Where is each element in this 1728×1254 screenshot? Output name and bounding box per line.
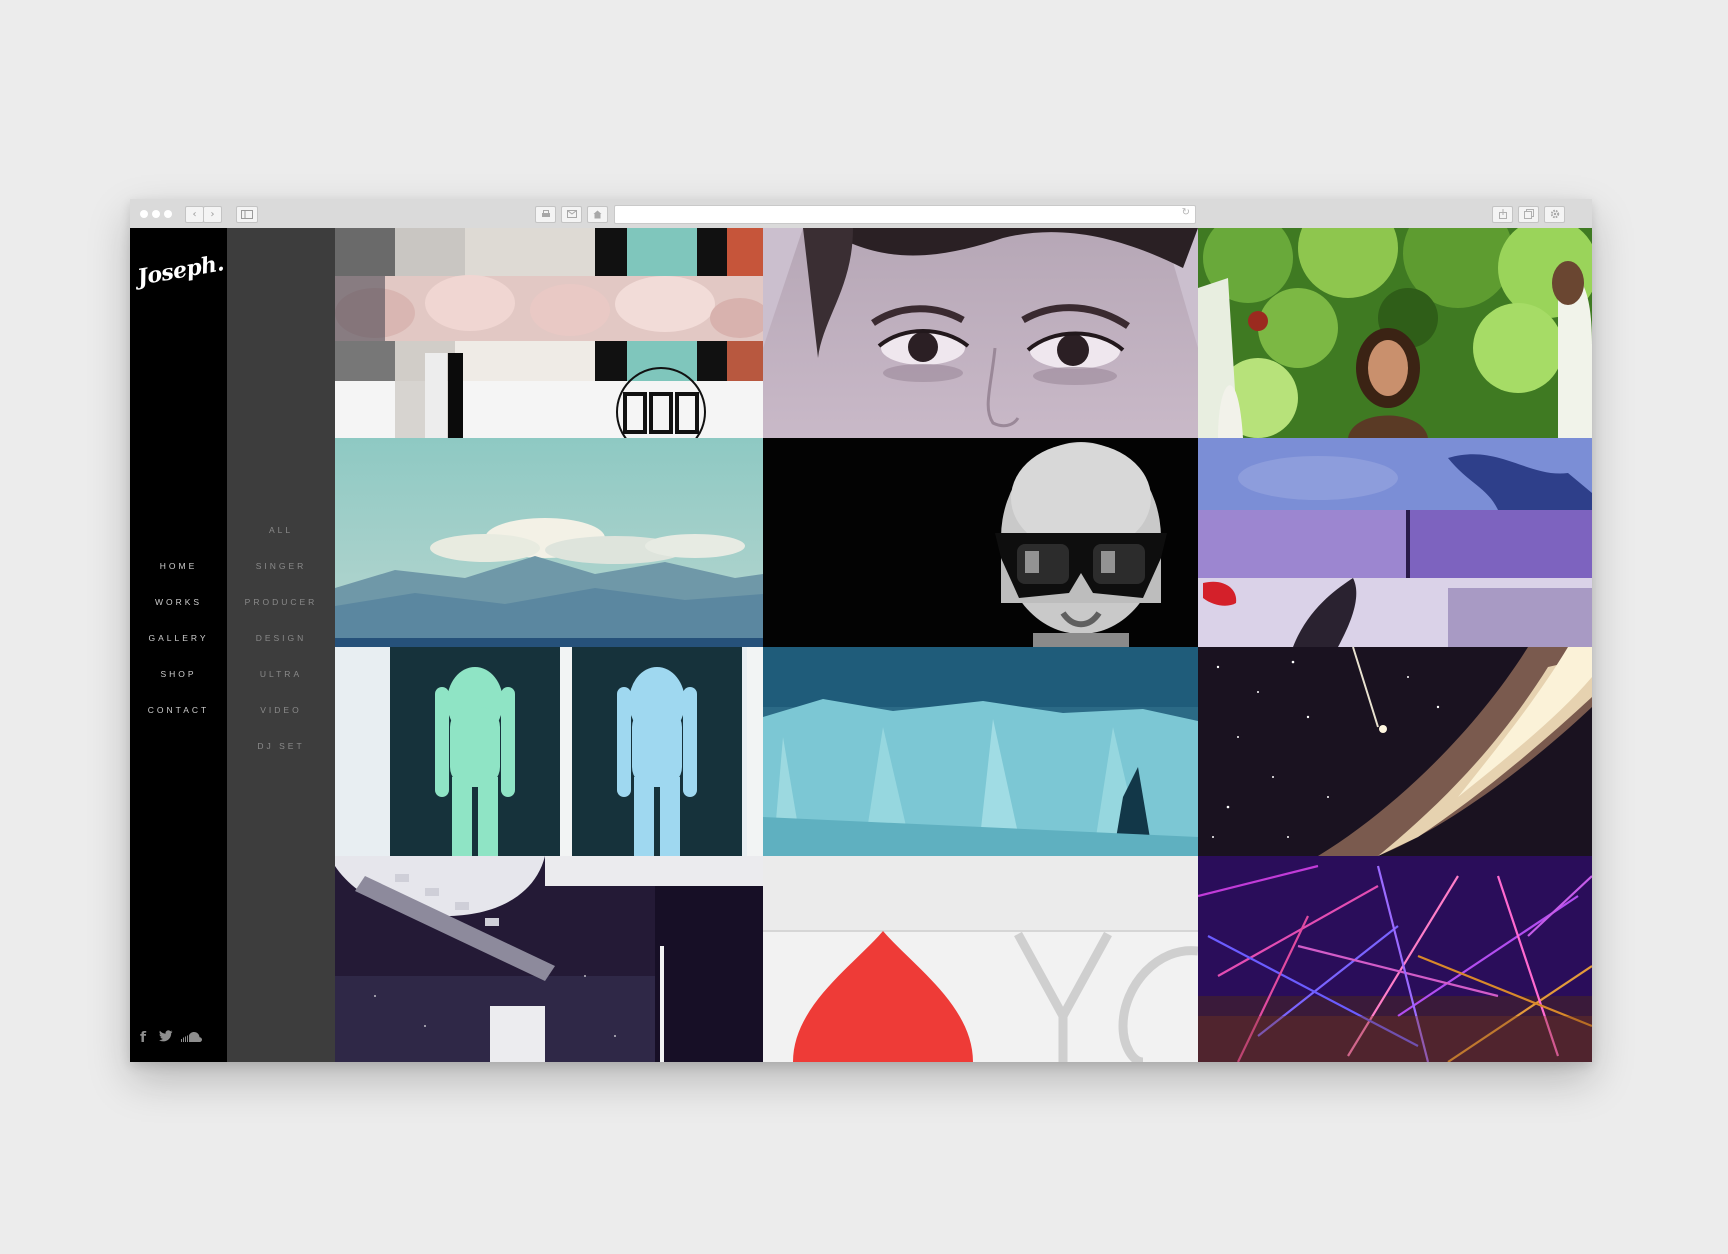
tile-woman-eyes-closeup[interactable]: [763, 228, 1198, 438]
woman-eyes-image: [763, 228, 1198, 438]
print-icon[interactable]: [535, 206, 556, 223]
filter-video[interactable]: VIDEO: [227, 705, 335, 715]
forest-image: [1198, 228, 1592, 438]
twin-figures-image: [335, 647, 763, 856]
window-close-dot[interactable]: [140, 210, 148, 218]
nav-shop[interactable]: SHOP: [130, 669, 227, 679]
collage-flowers-image: [335, 228, 763, 438]
main-sidebar: Joseph. HOME WORKS GALLERY SHOP CONTACT …: [130, 228, 227, 1062]
tile-woman-in-forest[interactable]: [1198, 228, 1592, 438]
twitter-icon[interactable]: [159, 1030, 173, 1046]
tile-neon-grass[interactable]: [1198, 856, 1592, 1062]
tile-man-with-sunglasses[interactable]: [763, 438, 1198, 647]
tile-purple-paint-strips[interactable]: [1198, 438, 1592, 647]
window-minimize-dot[interactable]: [152, 210, 160, 218]
purple-strips-image: [1198, 438, 1592, 647]
galaxy-image: [1198, 647, 1592, 856]
filter-design[interactable]: DESIGN: [227, 633, 335, 643]
nav-contact[interactable]: CONTACT: [130, 705, 227, 715]
reload-icon[interactable]: ↻: [1182, 207, 1190, 218]
tile-space-collage[interactable]: [335, 856, 763, 1062]
site-logo[interactable]: Joseph.: [135, 250, 225, 291]
back-button[interactable]: ‹: [185, 206, 204, 223]
browser-toolbar: ‹ › ↻: [130, 199, 1592, 229]
blue-cliff-image: [763, 647, 1198, 856]
filter-dj-set[interactable]: DJ SET: [227, 741, 335, 751]
red-shape-image: [763, 856, 1198, 1062]
neon-grass-image: [1198, 856, 1592, 1062]
forward-button[interactable]: ›: [203, 206, 222, 223]
share-icon[interactable]: [1492, 206, 1513, 223]
mail-icon[interactable]: [561, 206, 582, 223]
home-icon[interactable]: [587, 206, 608, 223]
address-bar[interactable]: ↻: [614, 205, 1196, 224]
nav-home[interactable]: HOME: [130, 561, 227, 571]
tile-red-shape-typography[interactable]: [763, 856, 1198, 1062]
tile-twin-figures[interactable]: [335, 647, 763, 856]
settings-gear-icon[interactable]: [1544, 206, 1565, 223]
soundcloud-icon[interactable]: [181, 1030, 203, 1046]
sidebar-toggle-icon[interactable]: [236, 206, 258, 223]
space-collage-image: [335, 856, 763, 1062]
window-maximize-dot[interactable]: [164, 210, 172, 218]
facebook-icon[interactable]: f: [140, 1030, 146, 1046]
tile-galaxy[interactable]: [1198, 647, 1592, 856]
browser-window: ‹ › ↻ Joseph. HOME WORKS GALLERY SHOP CO…: [130, 199, 1592, 1062]
tile-clouds-over-mountains[interactable]: [335, 438, 763, 647]
filter-singer[interactable]: SINGER: [227, 561, 335, 571]
filter-sidebar: ALL SINGER PRODUCER DESIGN ULTRA VIDEO D…: [227, 228, 335, 1062]
clouds-image: [335, 438, 763, 647]
filter-ultra[interactable]: ULTRA: [227, 669, 335, 679]
tabs-icon[interactable]: [1518, 206, 1539, 223]
sunglasses-image: [763, 438, 1198, 647]
tile-blue-cliff[interactable]: [763, 647, 1198, 856]
nav-works[interactable]: WORKS: [130, 597, 227, 607]
filter-producer[interactable]: PRODUCER: [227, 597, 335, 607]
tile-collage-flowers[interactable]: [335, 228, 763, 438]
nav-gallery[interactable]: GALLERY: [130, 633, 227, 643]
filter-all[interactable]: ALL: [227, 525, 335, 535]
